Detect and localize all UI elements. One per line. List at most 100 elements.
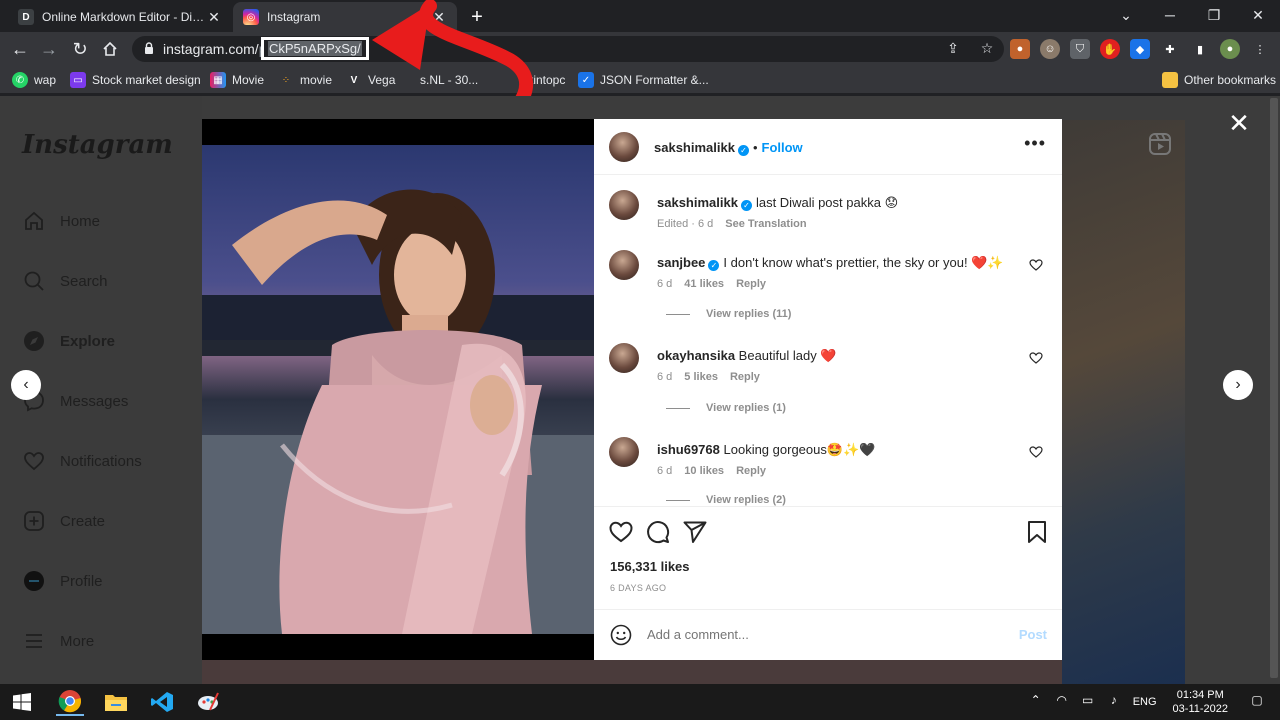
home-button[interactable] [98, 37, 122, 61]
bookmark-movie-2[interactable]: ⁘ movie [278, 71, 332, 89]
cookie-extension-icon[interactable]: ● [1010, 39, 1030, 59]
back-button[interactable]: ← [8, 37, 32, 61]
comments-list[interactable]: sakshimalikk ✓ last Diwali post pakka 😟 Ed… [594, 176, 1062, 506]
tab-instagram[interactable]: ◎ Instagram ✕ [233, 2, 457, 32]
post-media[interactable]: › [202, 119, 594, 660]
face-extension-icon[interactable]: ☺ [1040, 39, 1060, 59]
shield-extension-icon[interactable]: ⛉ [1070, 39, 1090, 59]
nav-create[interactable]: Create [22, 508, 105, 534]
like-comment-heart-icon[interactable] [1029, 445, 1043, 459]
author-username[interactable]: sakshimalikk [654, 140, 735, 155]
comment-likes[interactable]: 5 likes [684, 371, 718, 383]
share-icon[interactable]: ⇪ [944, 40, 962, 58]
share-send-icon[interactable] [682, 519, 708, 545]
reply-button[interactable]: Reply [730, 371, 760, 383]
author-avatar[interactable] [609, 190, 639, 220]
like-comment-heart-icon[interactable] [1029, 351, 1043, 365]
show-hidden-icons-chevron-icon[interactable]: ⌃ [1027, 693, 1045, 711]
commenter-avatar[interactable] [609, 343, 639, 373]
puzzle-extensions-icon[interactable]: ✚ [1160, 39, 1180, 59]
likes-count[interactable]: 156,331 likes [610, 559, 690, 574]
file-explorer-icon[interactable] [102, 688, 130, 716]
input-language[interactable]: ENG [1133, 696, 1157, 708]
bookmark-vega[interactable]: V Vega [346, 71, 396, 89]
battery-icon[interactable]: ▭ [1079, 693, 1097, 711]
tab-title: Instagram [267, 10, 321, 24]
previous-post-button[interactable]: ‹ [11, 370, 41, 400]
nav-notifications[interactable]: Notifications [22, 448, 142, 474]
bookmark-stock-market[interactable]: ▭ Stock market design [70, 71, 201, 89]
nav-more[interactable]: More [22, 628, 94, 654]
side-panel-icon[interactable]: ▮ [1190, 39, 1210, 59]
follow-button[interactable]: Follow [762, 140, 803, 155]
more-options-icon[interactable]: ••• [1024, 133, 1046, 154]
post-author: sakshimalikk ✓ • Follow [654, 139, 803, 157]
nav-profile[interactable]: Profile [22, 568, 103, 594]
adblock-extension-icon[interactable]: ✋ [1100, 39, 1120, 59]
other-bookmarks[interactable]: Other bookmarks [1162, 71, 1276, 89]
close-window-button[interactable]: ✕ [1236, 0, 1280, 30]
close-tab-icon[interactable]: ✕ [206, 9, 222, 25]
commenter-avatar[interactable] [609, 437, 639, 467]
post-timestamp[interactable]: 6 DAYS AGO [610, 583, 666, 593]
tab-search-icon[interactable]: ⌄ [1104, 0, 1148, 30]
new-tab-button[interactable]: + [466, 6, 488, 28]
url-text: instagram.com/p [163, 41, 267, 57]
view-replies-button[interactable]: View replies (1) [666, 402, 786, 414]
windows-start-icon[interactable] [8, 688, 36, 716]
chrome-menu-icon[interactable]: ⋮ [1250, 39, 1270, 59]
bookmark-star-icon[interactable]: ☆ [978, 40, 996, 58]
system-clock[interactable]: 01:34 PM 03-11-2022 [1173, 688, 1228, 716]
selected-url-path[interactable]: CkP5nARPxSg/ [261, 37, 369, 60]
bookmark-wap[interactable]: ✆ wap [12, 71, 56, 89]
restore-button[interactable]: ❐ [1192, 0, 1236, 30]
comment-input[interactable] [647, 627, 987, 642]
lock-icon[interactable] [142, 41, 156, 55]
bookmark-movie-1[interactable]: ▦ Movie [210, 71, 264, 89]
page-scrollbar[interactable] [1268, 96, 1280, 684]
address-bar[interactable]: instagram.com/p CkP5nARPxSg/ ⇪ ☆ [132, 36, 1004, 62]
bookmark-tintopc[interactable]: tintopc [530, 71, 565, 89]
nav-explore[interactable]: Explore [22, 328, 115, 354]
view-replies-button[interactable]: View replies (11) [666, 308, 791, 320]
close-modal-button[interactable]: ✕ [1226, 110, 1252, 136]
reload-button[interactable]: ↻ [68, 37, 92, 61]
next-post-button[interactable]: › [1223, 370, 1253, 400]
movie-icon: ▦ [210, 72, 226, 88]
view-replies-button[interactable]: View replies (2) [666, 494, 786, 506]
diamond-extension-icon[interactable]: ◆ [1130, 39, 1150, 59]
commenter-avatar[interactable] [609, 250, 639, 280]
see-translation-link[interactable]: See Translation [725, 218, 806, 230]
bookmark-json-formatter[interactable]: ✓ JSON Formatter &... [578, 71, 709, 89]
forward-button[interactable]: → [37, 37, 61, 61]
tab-markdown-editor[interactable]: D Online Markdown Editor - Dilling ✕ [8, 2, 232, 32]
comment-item: okayhansika Beautiful lady ❤️ 6 d5 likes… [609, 341, 1049, 391]
reply-button[interactable]: Reply [736, 465, 766, 477]
profile-avatar-icon[interactable]: ● [1220, 39, 1240, 59]
bookmark-nl[interactable]: s.NL - 30... [420, 71, 478, 89]
wifi-icon[interactable]: ◠ [1053, 693, 1071, 711]
comment-text: sanjbee ✓ I don't know what's prettier, th… [657, 255, 1004, 271]
save-bookmark-icon[interactable] [1024, 519, 1050, 545]
comment-likes[interactable]: 10 likes [684, 465, 724, 477]
comment-bubble-icon[interactable] [645, 519, 671, 545]
nav-search[interactable]: Search [22, 268, 108, 294]
scrollbar-thumb[interactable] [1270, 98, 1278, 678]
search-icon [22, 269, 46, 293]
emoji-picker-icon[interactable] [610, 624, 632, 646]
post-comment-button[interactable]: Post [1019, 627, 1047, 642]
like-comment-heart-icon[interactable] [1029, 258, 1043, 272]
volume-icon[interactable]: ♪ [1105, 693, 1123, 711]
reply-button[interactable]: Reply [736, 278, 766, 290]
chrome-taskbar-icon[interactable] [56, 688, 84, 716]
close-tab-icon[interactable]: ✕ [431, 9, 447, 25]
notifications-icon[interactable]: ▢ [1248, 693, 1266, 711]
nav-home[interactable]: Home [22, 208, 100, 234]
paint-app-icon[interactable] [194, 688, 222, 716]
vscode-icon[interactable] [148, 688, 176, 716]
minimize-button[interactable]: ─ [1148, 0, 1192, 30]
author-avatar[interactable] [609, 132, 639, 162]
comment-likes[interactable]: 41 likes [684, 278, 724, 290]
like-post-heart-icon[interactable] [608, 519, 634, 545]
instagram-logo[interactable]: Instagram [22, 130, 173, 160]
